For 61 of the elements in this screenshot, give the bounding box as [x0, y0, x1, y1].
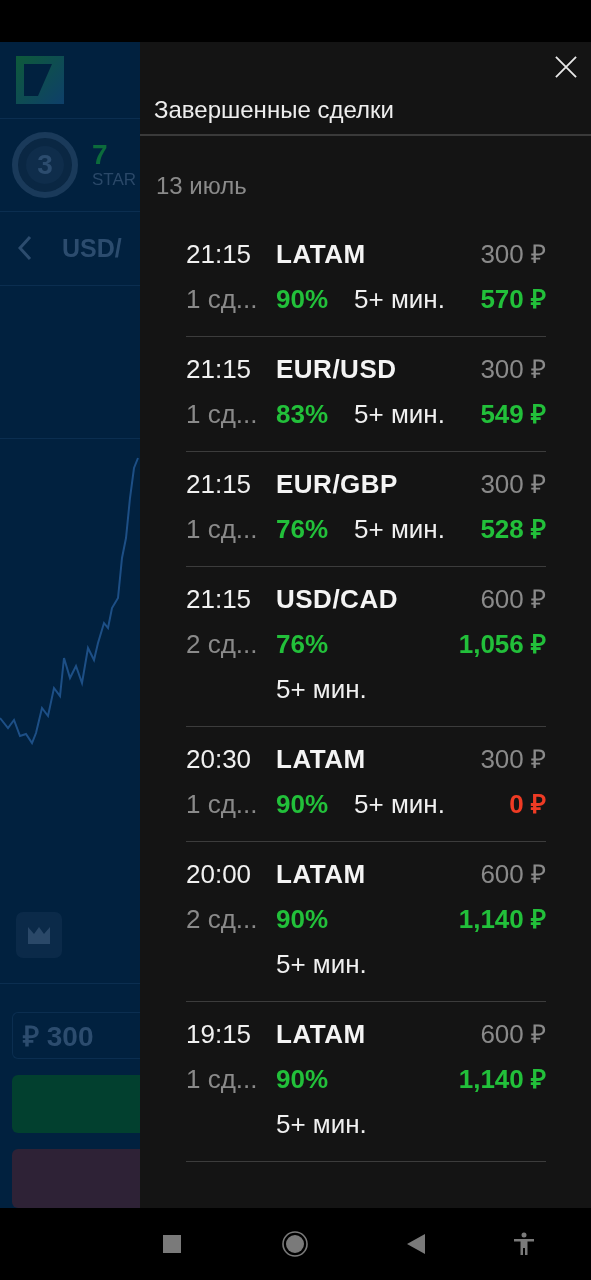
trade-asset: LATAM [276, 743, 367, 776]
trade-count: 1 сд... [186, 283, 259, 316]
chart-type-button[interactable] [16, 911, 62, 958]
balance-value: 7 [92, 140, 109, 171]
close-icon[interactable] [555, 56, 577, 78]
trade-count: 2 сд... [186, 628, 259, 661]
call-button[interactable] [12, 1074, 140, 1134]
trade-count: 2 сд... [186, 903, 259, 936]
accessibility-icon[interactable] [513, 1232, 535, 1256]
back-icon[interactable] [407, 1234, 425, 1254]
trade-duration: 5+ мин. [276, 1108, 367, 1141]
trade-count: 1 сд... [186, 1063, 259, 1096]
trade-duration: 5+ мин. [354, 788, 445, 821]
trade-percent: 90% [276, 788, 329, 821]
trade-asset: EUR/GBP [276, 468, 399, 501]
drawer-title: Завершенные сделки [154, 96, 395, 124]
trade-amount: 600 ₽ [480, 858, 546, 891]
trade-amount: 600 ₽ [480, 1018, 546, 1051]
trade-percent: 90% [276, 903, 329, 936]
trade-time: 21:15 [186, 238, 253, 271]
trade-time: 20:30 [186, 743, 253, 776]
trade-duration: 5+ мин. [354, 513, 445, 546]
trade-duration: 5+ мин. [276, 673, 367, 706]
trade-asset: LATAM [276, 1018, 367, 1051]
date-heading: 13 июль [155, 171, 248, 200]
trade-count: 1 сд... [186, 788, 259, 821]
trade-payout: 528 ₽ [480, 513, 546, 546]
trade-asset: LATAM [276, 858, 367, 891]
trade-amount: 600 ₽ [480, 583, 546, 616]
trade-duration: 5+ мин. [276, 948, 367, 981]
trade-payout: 1,140 ₽ [458, 903, 546, 936]
trade-percent: 76% [276, 513, 329, 546]
trade-time: 20:00 [186, 858, 253, 891]
trade-time: 21:15 [186, 583, 253, 616]
home-icon[interactable] [282, 1231, 308, 1257]
trade-payout: 1,056 ₽ [458, 628, 546, 661]
trade-percent: 83% [276, 398, 329, 431]
recents-icon[interactable] [163, 1235, 181, 1253]
trade-amount: 300 ₽ [480, 238, 546, 271]
trade-payout: 0 ₽ [509, 788, 546, 821]
trade-duration: 5+ мин. [354, 398, 445, 431]
trade-time: 19:15 [186, 1018, 253, 1051]
trade-amount: 300 ₽ [480, 468, 546, 501]
trade-amount: 300 ₽ [480, 743, 546, 776]
trade-count: 1 сд... [186, 513, 259, 546]
trade-asset: EUR/USD [276, 353, 398, 386]
trade-payout: 1,140 ₽ [458, 1063, 546, 1096]
trade-asset: LATAM [276, 238, 367, 271]
trade-time: 21:15 [186, 353, 253, 386]
trade-payout: 570 ₽ [480, 283, 546, 316]
trade-amount: 300 ₽ [480, 353, 546, 386]
trade-percent: 76% [276, 628, 329, 661]
logo-icon [16, 56, 64, 105]
trade-payout: 549 ₽ [480, 398, 546, 431]
trade-duration: 5+ мин. [354, 283, 445, 316]
trade-percent: 90% [276, 1063, 329, 1096]
trade-count: 1 сд... [186, 398, 259, 431]
trade-time: 21:15 [186, 468, 253, 501]
trade-percent: 90% [276, 283, 329, 316]
trade-asset: USD/CAD [276, 583, 399, 616]
put-button[interactable] [12, 1149, 140, 1208]
